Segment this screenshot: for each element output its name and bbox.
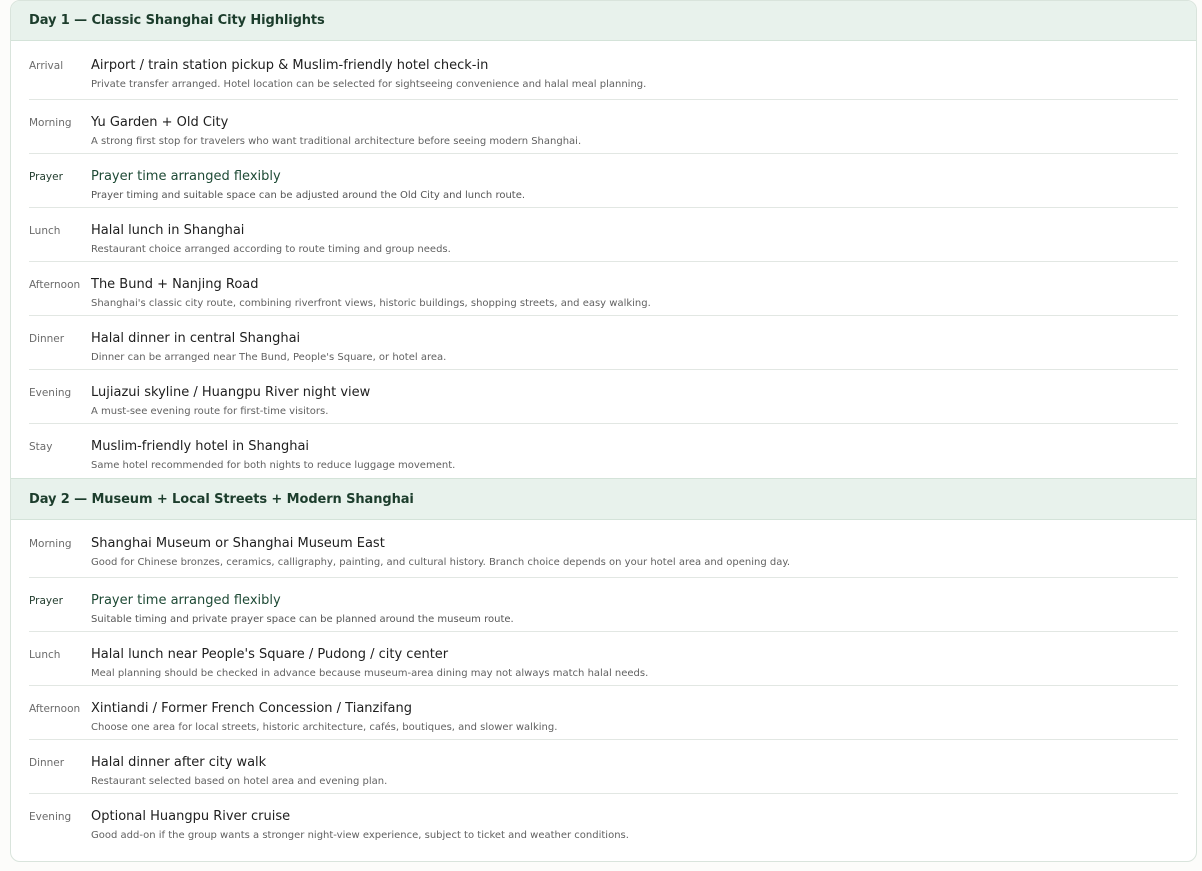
- itinerary-card: Day 1 — Classic Shanghai City Highlights…: [10, 0, 1197, 862]
- schedule-row: Lunch Halal lunch near People's Square /…: [29, 632, 1178, 686]
- activity-description: Private transfer arranged. Hotel locatio…: [91, 79, 647, 90]
- schedule-row-prayer: Prayer Prayer time arranged flexibly Sui…: [29, 578, 1178, 632]
- day-2-schedule: Morning Shanghai Museum or Shanghai Muse…: [11, 520, 1196, 848]
- schedule-row: Dinner Halal dinner in central Shanghai …: [29, 316, 1178, 370]
- activity-description: Restaurant choice arranged according to …: [91, 244, 451, 255]
- time-slot-label: Afternoon: [29, 703, 81, 715]
- time-slot-label: Dinner: [29, 757, 65, 769]
- activity-description: Prayer timing and suitable space can be …: [91, 190, 526, 201]
- activity-description: A strong first stop for travelers who wa…: [91, 136, 582, 147]
- day-1-title: Day 1 — Classic Shanghai City Highlights: [29, 13, 325, 28]
- time-slot-label: Evening: [29, 387, 72, 399]
- schedule-row: Arrival Airport / train station pickup &…: [29, 41, 1178, 100]
- activity-description: Restaurant selected based on hotel area …: [91, 776, 388, 787]
- time-slot-label: Evening: [29, 811, 72, 823]
- time-slot-label: Stay: [29, 441, 53, 453]
- activity-description: A must-see evening route for first-time …: [91, 406, 329, 417]
- activity-title: Prayer time arranged flexibly: [91, 169, 281, 184]
- activity-title: Halal dinner in central Shanghai: [91, 331, 301, 346]
- time-slot-label: Morning: [29, 538, 72, 550]
- activity-description: Good add-on if the group wants a stronge…: [91, 830, 629, 841]
- activity-description: Suitable timing and private prayer space…: [91, 614, 514, 625]
- day-2-header: Day 2 — Museum + Local Streets + Modern …: [11, 478, 1196, 520]
- activity-title: Halal lunch near People's Square / Pudon…: [91, 647, 449, 662]
- schedule-row: Morning Yu Garden + Old City A strong fi…: [29, 100, 1178, 154]
- schedule-row: Evening Optional Huangpu River cruise Go…: [29, 794, 1178, 848]
- time-slot-label: Afternoon: [29, 279, 81, 291]
- day-2-title: Day 2 — Museum + Local Streets + Modern …: [29, 491, 414, 507]
- activity-title: Lujiazui skyline / Huangpu River night v…: [91, 385, 371, 400]
- activity-title: Xintiandi / Former French Concession / T…: [91, 701, 412, 716]
- time-slot-label: Lunch: [29, 649, 61, 661]
- activity-title: Yu Garden + Old City: [91, 115, 229, 130]
- time-slot-label: Prayer: [29, 171, 63, 183]
- schedule-row: Morning Shanghai Museum or Shanghai Muse…: [29, 520, 1178, 578]
- time-slot-label: Dinner: [29, 333, 65, 345]
- activity-description: Shanghai's classic city route, combining…: [91, 298, 651, 309]
- activity-title: Airport / train station pickup & Muslim-…: [91, 58, 489, 73]
- activity-title: Muslim-friendly hotel in Shanghai: [91, 439, 310, 454]
- schedule-row: Afternoon The Bund + Nanjing Road Shangh…: [29, 262, 1178, 316]
- activity-description: Good for Chinese bronzes, ceramics, call…: [91, 557, 791, 568]
- schedule-row: Afternoon Xintiandi / Former French Conc…: [29, 686, 1178, 740]
- day-1-schedule: Arrival Airport / train station pickup &…: [11, 41, 1196, 478]
- schedule-row: Evening Lujiazui skyline / Huangpu River…: [29, 370, 1178, 424]
- activity-title: Optional Huangpu River cruise: [91, 809, 291, 824]
- time-slot-label: Prayer: [29, 595, 63, 607]
- activity-title: Shanghai Museum or Shanghai Museum East: [91, 536, 385, 551]
- time-slot-label: Lunch: [29, 225, 61, 237]
- activity-description: Choose one area for local streets, histo…: [91, 722, 558, 733]
- time-slot-label: Morning: [29, 117, 72, 129]
- activity-title: Prayer time arranged flexibly: [91, 593, 281, 608]
- activity-description: Dinner can be arranged near The Bund, Pe…: [91, 352, 447, 363]
- activity-description: Meal planning should be checked in advan…: [91, 668, 649, 679]
- schedule-row-prayer: Prayer Prayer time arranged flexibly Pra…: [29, 154, 1178, 208]
- activity-description: Same hotel recommended for both nights t…: [91, 460, 456, 471]
- activity-title: Halal dinner after city walk: [91, 755, 267, 770]
- activity-title: The Bund + Nanjing Road: [91, 277, 259, 292]
- schedule-row: Stay Muslim-friendly hotel in Shanghai S…: [29, 424, 1178, 478]
- schedule-row: Lunch Halal lunch in Shanghai Restaurant…: [29, 208, 1178, 262]
- activity-title: Halal lunch in Shanghai: [91, 223, 245, 238]
- schedule-row: Dinner Halal dinner after city walk Rest…: [29, 740, 1178, 794]
- time-slot-label: Arrival: [29, 60, 64, 72]
- day-1-header: Day 1 — Classic Shanghai City Highlights: [11, 1, 1196, 41]
